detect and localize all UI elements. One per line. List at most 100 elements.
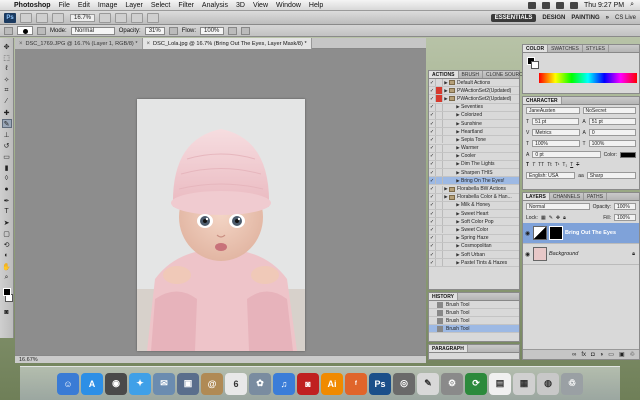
action-row[interactable]: ✓ ▶ Pastel Tints & Hazes [429,259,519,268]
healing-tool-icon[interactable]: ✚ [2,108,12,117]
leading-field[interactable]: 51 pt [588,118,636,125]
history-state[interactable]: Brush Tool [429,317,519,325]
vertical-scale-field[interactable]: 100% [532,140,580,147]
text-color-swatch[interactable] [620,151,636,158]
blur-tool-icon[interactable]: ◊ [2,174,12,183]
toggle-dialog-icon[interactable] [436,95,443,103]
action-row[interactable]: ✓ ▶ Spring Haze [429,234,519,243]
doc-tab-lola[interactable]: × DSC_Lola.jpg @ 16.7% (Bring Out The Ey… [142,38,312,49]
app-menu[interactable]: Photoshop [14,2,51,9]
toggle-item-checkbox[interactable]: ✓ [429,95,436,103]
3d-rotate-tool-icon[interactable]: ⟲ [2,240,12,249]
doc-stack-icon[interactable]: ▤ [489,372,511,395]
toggle-item-checkbox[interactable]: ✓ [429,128,436,136]
app-store-icon[interactable]: A [81,372,103,395]
doc-tab-1769[interactable]: × DSC_1769.JPG @ 16.7% (Layer 1, RGB/8) … [15,38,143,49]
toggle-dialog-icon[interactable] [436,87,443,95]
toggle-item-checkbox[interactable]: ✓ [429,259,436,267]
menu-filter[interactable]: Filter [178,2,194,9]
toggle-dialog-icon[interactable] [436,144,443,152]
action-row[interactable]: ✓ ▶ Sharpen THIS [429,169,519,178]
toggle-item-checkbox[interactable]: ✓ [429,226,436,234]
workspace-painting[interactable]: PAINTING [571,15,599,21]
menu-edit[interactable]: Edit [78,2,90,9]
action-set-row[interactable]: ✓ ▶ PWActionSet2(Updated) [429,95,519,104]
arrange-documents-button[interactable] [131,12,144,23]
rotate-view-button[interactable] [115,12,128,23]
brush-tool-icon[interactable] [4,26,13,35]
layer-name[interactable]: Background [549,251,578,257]
underline-icon[interactable]: T [570,162,573,168]
toggle-item-checkbox[interactable]: ✓ [429,169,436,177]
toggle-dialog-icon[interactable] [436,218,443,226]
menu-image[interactable]: Image [98,2,117,9]
layer-style-icon[interactable]: fx [581,352,586,358]
toggle-dialog-icon[interactable] [436,251,443,259]
time-machine-icon[interactable]: ⟳ [465,372,487,395]
small-caps-icon[interactable]: Tt [547,162,551,168]
toggle-dialog-icon[interactable] [436,169,443,177]
layer-name[interactable]: Bring Out The Eyes [565,230,616,236]
brush-preset-picker[interactable] [17,26,33,35]
textedit-icon[interactable]: ✎ [417,372,439,395]
toggle-dialog-icon[interactable] [436,177,443,185]
language-select[interactable]: English: USA [526,172,576,179]
toggle-dialog-icon[interactable] [436,152,443,160]
photobooth-icon[interactable]: ◙ [297,372,319,395]
zoom-level[interactable]: 16.7% [70,13,96,22]
workspace-more[interactable]: » [606,15,609,21]
toggle-item-checkbox[interactable]: ✓ [429,218,436,226]
action-row[interactable]: ✓ ▶ Sweet Color [429,226,519,235]
view-extras-button[interactable] [52,12,64,23]
toggle-dialog-icon[interactable] [436,185,443,193]
toggle-dialog-icon[interactable] [436,193,443,201]
menu-analysis[interactable]: Analysis [202,2,228,9]
lock-pixels-icon[interactable]: ✎ [549,215,553,221]
foreground-color-swatch[interactable] [2,288,11,296]
blend-mode-select[interactable]: Normal [526,203,590,210]
firefox-icon[interactable]: ᶠ [345,372,367,395]
layer-row[interactable]: ◉ Background 🔒︎ [523,244,639,265]
lasso-tool-icon[interactable]: ℓ [2,64,12,73]
battery-icon[interactable] [570,1,578,9]
quick-mask-icon[interactable]: ◙ [2,308,12,317]
toggle-dialog-icon[interactable] [436,136,443,144]
action-row[interactable]: ✓ ▶ Bring On The Eyes! [429,177,519,186]
tab-channels[interactable]: CHANNELS [550,193,585,200]
action-row[interactable]: ✓ ▶ Cosmopolitan [429,242,519,251]
color-spectrum[interactable] [539,73,637,83]
toggle-item-checkbox[interactable]: ✓ [429,251,436,259]
eye-icon[interactable]: ◉ [525,251,531,258]
tab-paragraph[interactable]: PARAGRAPH [429,345,468,352]
3d-orbit-tool-icon[interactable]: ◐ [2,251,12,260]
volume-icon[interactable] [556,1,564,9]
trash-icon[interactable]: ♲ [630,351,635,358]
lock-position-icon[interactable]: ✥ [556,215,560,221]
action-row[interactable]: ✓ ▶ Dim The Lights [429,160,519,170]
lock-transparency-icon[interactable]: ▦ [541,215,546,221]
clone-stamp-tool-icon[interactable]: ⊥ [2,130,12,139]
bluetooth-icon[interactable] [528,1,536,9]
illustrator-icon[interactable]: Ai [321,372,343,395]
toggle-item-checkbox[interactable]: ✓ [429,87,436,95]
screen-mode-button[interactable] [147,12,160,23]
close-icon[interactable]: × [19,41,23,47]
background-thumbnail[interactable] [533,247,547,261]
menu-3d[interactable]: 3D [236,2,245,9]
menu-help[interactable]: Help [309,2,323,9]
tab-swatches[interactable]: SWATCHES [548,45,583,52]
toggle-dialog-icon[interactable] [436,226,443,234]
path-select-tool-icon[interactable]: ➤ [2,218,12,227]
toggle-dialog-icon[interactable] [436,210,443,218]
tab-paths[interactable]: PATHS [584,193,607,200]
workspace-design[interactable]: DESIGN [542,15,565,21]
tab-actions[interactable]: ACTIONS [429,71,459,78]
tab-character[interactable]: CHARACTER [523,97,562,104]
clock[interactable]: Thu 9:27 PM [584,2,624,9]
close-icon[interactable]: × [147,41,151,47]
shape-tool-icon[interactable]: ▢ [2,229,12,238]
adjustment-thumbnail[interactable] [533,226,547,240]
addressbook-icon[interactable]: @ [201,372,223,395]
hand-tool-button[interactable] [99,12,112,23]
toggle-dialog-icon[interactable] [436,103,443,111]
